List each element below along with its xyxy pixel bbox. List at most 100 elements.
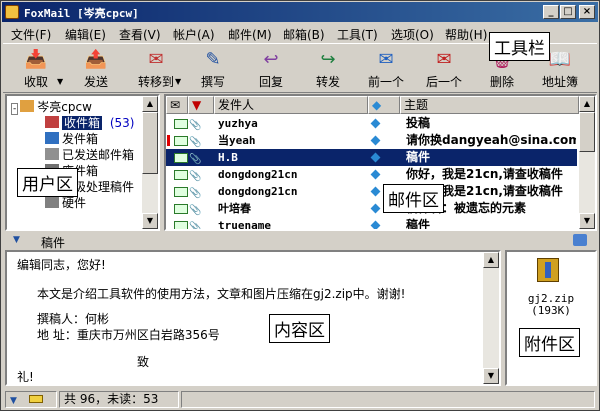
preview-scrollbar[interactable]: ▲ ▼: [483, 252, 499, 384]
minimize-button[interactable]: _: [543, 5, 559, 19]
receive-icon: 📥: [24, 49, 48, 70]
app-icon: [5, 5, 19, 19]
priority-diamond-icon: [370, 203, 381, 214]
mail-area-annotation: 邮件区: [383, 184, 444, 213]
mail-status-icon: [28, 395, 43, 403]
preview-line: 本文是介绍工具软件的使用方法，文章和图片压缩在gj2.zip中。谢谢!: [37, 287, 406, 301]
menu-account[interactable]: 帐户(A): [173, 26, 215, 43]
menu-mailbox[interactable]: 邮箱(B): [283, 26, 325, 43]
menu-options[interactable]: 选项(O): [391, 26, 434, 43]
preview-line: 撰稿人：何彬: [37, 312, 110, 326]
col-flag-header[interactable]: ▼: [188, 96, 214, 114]
mail-row[interactable]: 📎 yuzhya 投稿: [166, 115, 577, 132]
reply-button[interactable]: ↩ 回复: [246, 47, 296, 91]
col-sender-header[interactable]: 发件人: [214, 96, 368, 114]
receive-dropdown-icon[interactable]: ▼: [57, 77, 63, 86]
status-icons: ▼: [5, 391, 57, 408]
priority-diamond-icon: [370, 152, 381, 163]
sent-icon: [45, 148, 59, 160]
menu-mail[interactable]: 邮件(M): [228, 26, 272, 43]
scroll-thumb[interactable]: [142, 112, 158, 174]
status-summary: 共 96，未读：53: [59, 391, 179, 408]
folder-inbox[interactable]: 收件箱 (53): [45, 114, 134, 131]
mail-envelope-icon: [174, 187, 188, 197]
col-priority-header[interactable]: ◆: [368, 96, 400, 114]
mail-row-selected[interactable]: 📎 H.B 稿件: [166, 149, 577, 166]
mail-envelope-icon: [174, 119, 188, 129]
reply-icon: ↩: [263, 49, 279, 70]
col-status-header[interactable]: ✉: [166, 96, 188, 114]
mail-row[interactable]: 📎 叶培春 稿件名：被遗忘的元素: [166, 200, 577, 217]
menu-view[interactable]: 查看(V): [119, 26, 161, 43]
priority-diamond-icon: [370, 186, 381, 197]
scroll-up-icon[interactable]: ▲: [579, 96, 595, 112]
window-title: FoxMail [岑亮cpcw]: [24, 7, 139, 20]
forward-button[interactable]: ↪ 转发: [303, 47, 353, 91]
status-message: [181, 391, 595, 408]
menu-help[interactable]: 帮助(H): [445, 26, 487, 43]
attachment-size: (193K): [531, 304, 571, 317]
scroll-up-icon[interactable]: ▲: [142, 96, 158, 112]
mail-row[interactable]: 📎 当yeah 请你换dangyeah@sina.com: [166, 132, 577, 149]
previous-icon: ✉: [378, 49, 394, 70]
folder-scrollbar[interactable]: ▲ ▼: [142, 96, 158, 229]
close-button[interactable]: ×: [579, 5, 595, 19]
scroll-down-icon[interactable]: ▼: [142, 213, 158, 229]
mail-row[interactable]: 📎 dongdong21cn 你好，我是21cn,请查收稿件: [166, 166, 577, 183]
envelope-icon: ✉: [170, 98, 181, 112]
priority-diamond-icon: [370, 169, 381, 180]
menu-file[interactable]: 文件(F): [11, 26, 51, 43]
zip-file-icon[interactable]: [533, 256, 563, 286]
content-area-annotation: 内容区: [269, 314, 330, 343]
preview-options-icon[interactable]: [573, 234, 587, 246]
mail-envelope-icon: [174, 153, 188, 163]
outbox-icon: [45, 132, 59, 144]
foxmail-window: FoxMail [岑亮cpcw] _ □ × 文件(F) 编辑(E) 查看(V)…: [0, 0, 600, 411]
mail-envelope-icon: [174, 204, 188, 214]
priority-icon: ◆: [372, 98, 382, 112]
previous-button[interactable]: ✉ 前一个: [361, 47, 411, 91]
menu-edit[interactable]: 编辑(E): [65, 26, 106, 43]
maximize-button[interactable]: □: [560, 5, 576, 19]
mail-list-scrollbar[interactable]: ▲ ▼: [579, 96, 595, 229]
folder-sent[interactable]: 已发送邮件箱: [45, 146, 134, 163]
priority-diamond-icon: [370, 220, 381, 229]
mail-list: ✉ ▼ 发件人 ◆ 主题 📎 yuzhya 投稿 📎 当yeah 请你换dang…: [164, 94, 597, 231]
toolbar: 📥 收取 ▼ 📤 发送 ✉ 转移到 ▼ ✎ 撰写 ↩ 回复 ↪ 转发 ✉ 前一个: [3, 32, 597, 93]
menu-tools[interactable]: 工具(T): [337, 26, 378, 43]
priority-diamond-icon: [370, 135, 381, 146]
move-to-dropdown-icon[interactable]: ▼: [175, 77, 181, 86]
preview-line: 地 址：重庆市万州区白岩路356号: [37, 328, 220, 342]
scroll-down-icon[interactable]: ▼: [579, 213, 595, 229]
col-subject-header[interactable]: 主题: [400, 96, 579, 114]
compose-button[interactable]: ✎ 撰写: [188, 47, 238, 91]
folder-outbox[interactable]: 发件箱: [45, 130, 98, 147]
toolbar-annotation: 工具栏: [489, 32, 550, 61]
move-to-button[interactable]: ✉ 转移到: [131, 47, 181, 91]
preview-line: 致: [137, 355, 150, 369]
next-button[interactable]: ✉ 后一个: [419, 47, 469, 91]
tree-root-account[interactable]: - 岑亮cpcw: [11, 98, 92, 115]
attachment-clip-icon: 📎: [189, 222, 202, 231]
mail-row[interactable]: 📎 truename 稿件: [166, 217, 577, 231]
attachment-area-annotation: 附件区: [519, 328, 580, 357]
status-arrow-icon[interactable]: ▼: [10, 396, 17, 406]
scroll-thumb[interactable]: [579, 112, 595, 152]
forward-icon: ↪: [320, 49, 336, 70]
user-area-annotation: 用户区: [17, 168, 78, 197]
scroll-down-icon[interactable]: ▼: [483, 368, 499, 384]
red-flag-icon: [167, 135, 170, 146]
receive-button[interactable]: 📥 收取: [11, 47, 61, 91]
folder-icon: [45, 196, 59, 208]
mail-row[interactable]: 📎 dongdong21cn 你好，我是21cn,请查收稿件: [166, 183, 577, 200]
preview-line: 礼!: [17, 370, 34, 384]
status-bar: ▼ 共 96，未读：53: [3, 389, 597, 409]
preview-line: 编辑同志，您好!: [17, 258, 106, 272]
mail-envelope-icon: [174, 221, 188, 229]
title-bar[interactable]: FoxMail [岑亮cpcw] _ □ ×: [2, 2, 598, 22]
send-button[interactable]: 📤 发送: [71, 47, 121, 91]
collapse-preview-icon[interactable]: ▼: [13, 235, 20, 245]
preview-header: ▼ 稿件: [3, 233, 597, 250]
preview-pane: 编辑同志，您好! 本文是介绍工具软件的使用方法，文章和图片压缩在gj2.zip中…: [5, 250, 501, 386]
scroll-up-icon[interactable]: ▲: [483, 252, 499, 268]
